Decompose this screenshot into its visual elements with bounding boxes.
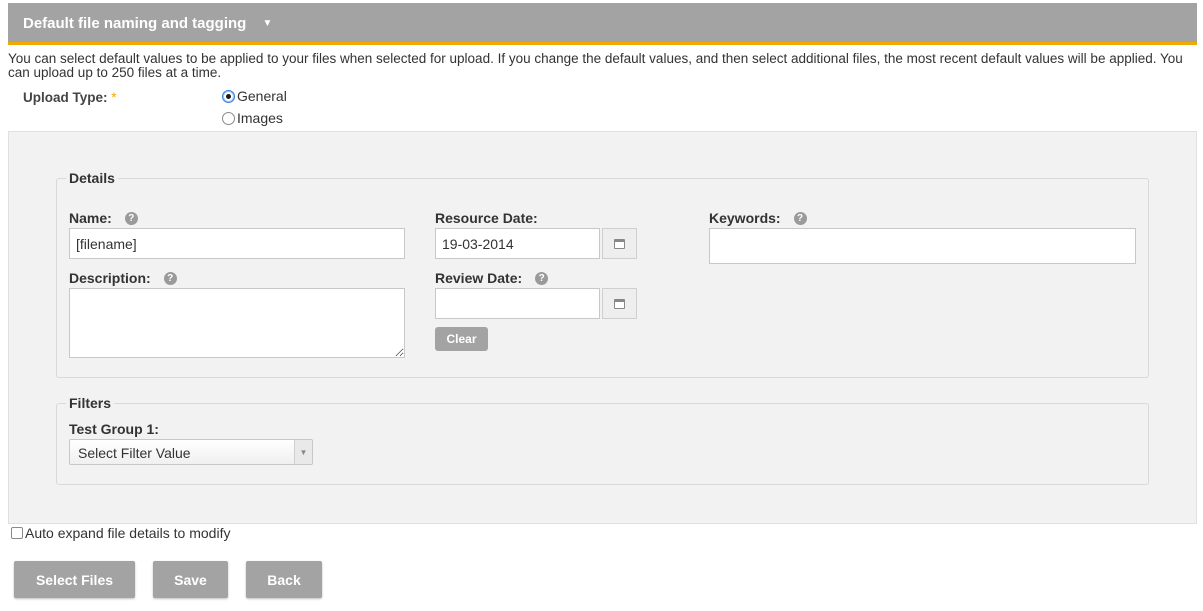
details-legend: Details bbox=[66, 170, 118, 186]
review-date-picker-button[interactable] bbox=[602, 288, 637, 319]
review-date-input[interactable] bbox=[435, 288, 600, 319]
auto-expand-label: Auto expand file details to modify bbox=[25, 525, 231, 541]
back-button[interactable]: Back bbox=[246, 561, 322, 598]
section-title: Default file naming and tagging bbox=[23, 15, 247, 32]
keywords-label: Keywords: ? bbox=[709, 210, 807, 226]
filter-select-value: Select Filter Value bbox=[78, 445, 191, 461]
section-header[interactable]: Default file naming and tagging ▼ bbox=[8, 3, 1197, 45]
upload-type-images[interactable]: Images bbox=[222, 110, 283, 126]
keywords-input[interactable] bbox=[709, 228, 1136, 264]
upload-type-label: Upload Type: * bbox=[23, 90, 117, 105]
help-icon[interactable]: ? bbox=[163, 271, 177, 285]
help-icon[interactable]: ? bbox=[535, 271, 549, 285]
radio-general-label: General bbox=[237, 88, 287, 104]
calendar-icon bbox=[614, 238, 625, 249]
radio-general[interactable] bbox=[222, 89, 235, 103]
name-label: Name: ? bbox=[69, 210, 138, 226]
triangle-down-icon[interactable]: ▼ bbox=[263, 18, 273, 29]
description-textarea[interactable] bbox=[69, 288, 405, 358]
filter-select[interactable]: Select Filter Value ▼ bbox=[69, 439, 313, 465]
clear-button[interactable]: Clear bbox=[435, 327, 488, 351]
resource-date-label: Resource Date: bbox=[435, 210, 538, 226]
radio-images[interactable] bbox=[222, 111, 235, 125]
resource-date-input[interactable] bbox=[435, 228, 600, 259]
radio-images-label: Images bbox=[237, 110, 283, 126]
chevron-down-icon[interactable]: ▼ bbox=[294, 440, 312, 464]
description-label: Description: ? bbox=[69, 270, 177, 286]
filters-legend: Filters bbox=[66, 395, 115, 411]
upload-type-general[interactable]: General bbox=[222, 88, 287, 104]
test-group-label: Test Group 1: bbox=[69, 421, 159, 437]
calendar-icon bbox=[614, 298, 625, 309]
review-date-label: Review Date: ? bbox=[435, 270, 549, 286]
auto-expand-option[interactable]: Auto expand file details to modify bbox=[11, 525, 230, 541]
name-input[interactable] bbox=[69, 228, 405, 259]
help-icon[interactable]: ? bbox=[124, 211, 138, 225]
resource-date-picker-button[interactable] bbox=[602, 228, 637, 259]
intro-text: You can select default values to be appl… bbox=[8, 51, 1183, 80]
required-mark: * bbox=[111, 90, 117, 105]
select-files-button[interactable]: Select Files bbox=[14, 561, 135, 598]
auto-expand-checkbox[interactable] bbox=[11, 527, 23, 539]
help-icon[interactable]: ? bbox=[793, 211, 807, 225]
save-button[interactable]: Save bbox=[153, 561, 228, 598]
